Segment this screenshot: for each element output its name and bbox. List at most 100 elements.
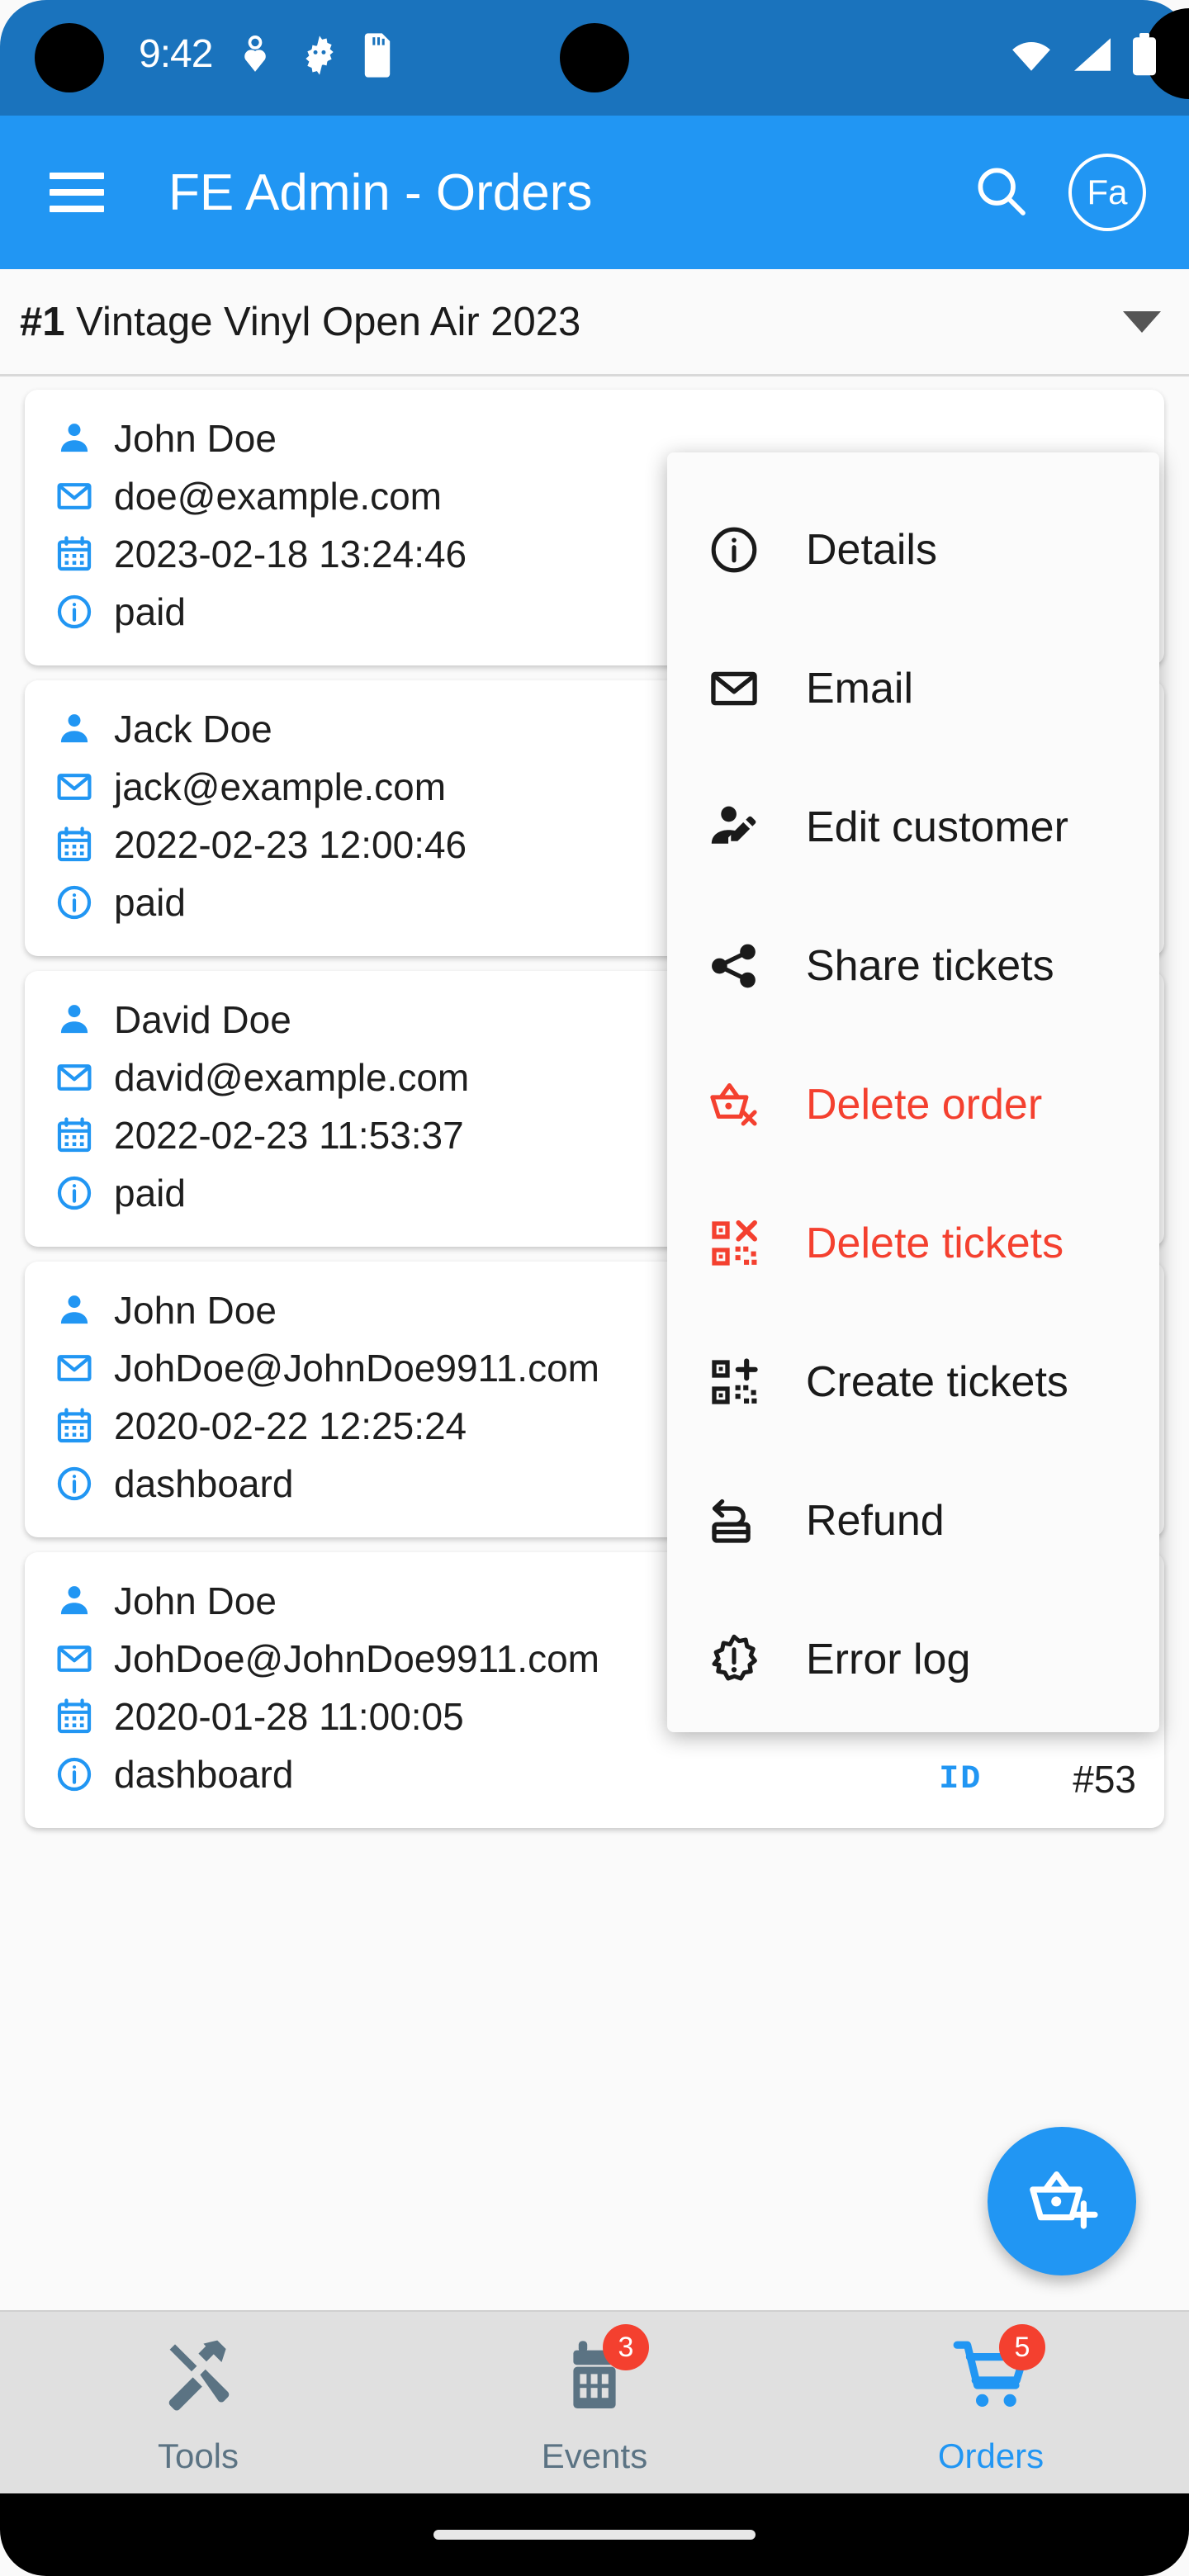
event-selector-label: #1 Vintage Vinyl Open Air 2023 (20, 299, 580, 345)
menu-item-refund[interactable]: Refund (667, 1451, 1159, 1590)
nav-item-events[interactable]: 3 Events (396, 2312, 793, 2493)
order-id-line: ID #53 (939, 1757, 1136, 1802)
order-customer-name: John Doe (114, 1579, 277, 1623)
cellular-signal-icon (1072, 36, 1113, 77)
menu-item-label: Email (806, 664, 913, 713)
qr-code-remove-icon (705, 1215, 763, 1272)
search-icon[interactable] (971, 161, 1030, 225)
menu-item-details[interactable]: Details (667, 481, 1159, 619)
order-status-row: dashboard (53, 1745, 781, 1803)
order-context-menu: Details Email Edit customer Share ticket… (667, 452, 1159, 1732)
order-id-value: #53 (1073, 1757, 1136, 1802)
envelope-icon (705, 660, 763, 717)
menu-item-label: Share tickets (806, 941, 1054, 991)
order-email: JohDoe@JohnDoe9911.com (114, 1636, 599, 1681)
nav-item-orders[interactable]: 5 Orders (793, 2312, 1189, 2493)
order-status: paid (114, 880, 186, 925)
menu-item-label: Details (806, 525, 937, 575)
info-circle-icon (53, 1462, 96, 1505)
app-bar-actions: Fa (971, 154, 1146, 231)
status-bar: 9:42 (0, 0, 1189, 116)
order-date: 2020-02-22 12:25:24 (114, 1404, 467, 1448)
qr-code-add-icon (705, 1353, 763, 1411)
calendar-icon (53, 1695, 96, 1738)
menu-item-delete-order[interactable]: Delete order (667, 1035, 1159, 1174)
nav-item-label: Events (542, 2436, 647, 2476)
avatar-initials: Fa (1087, 173, 1127, 212)
avatar[interactable]: Fa (1068, 154, 1146, 231)
order-date: 2023-02-18 13:24:46 (114, 532, 467, 576)
menu-item-delete-tickets[interactable]: Delete tickets (667, 1174, 1159, 1313)
add-order-fab[interactable] (988, 2127, 1136, 2275)
event-selector[interactable]: #1 Vintage Vinyl Open Air 2023 (0, 269, 1189, 376)
order-status: paid (114, 1171, 186, 1215)
calendar-icon (53, 1114, 96, 1157)
info-circle-icon (705, 521, 763, 579)
nav-item-tools[interactable]: Tools (0, 2312, 396, 2493)
chevron-down-icon[interactable] (1123, 311, 1161, 333)
person-icon (53, 1289, 96, 1332)
menu-item-email[interactable]: Email (667, 619, 1159, 758)
event-number: #1 (20, 300, 65, 344)
menu-item-label: Error log (806, 1635, 970, 1684)
status-bar-clock: 9:42 (139, 31, 212, 77)
shopping-cart-icon: 5 (941, 2329, 1040, 2422)
gesture-navigation-bar (0, 2493, 1189, 2576)
envelope-icon (53, 765, 96, 808)
info-circle-icon (53, 590, 96, 633)
menu-item-label: Refund (806, 1496, 945, 1546)
order-status: paid (114, 590, 186, 634)
person-edit-icon (705, 798, 763, 856)
camera-punch-hole-left (35, 23, 104, 92)
gesture-pill[interactable] (433, 2530, 756, 2540)
info-circle-icon (53, 1172, 96, 1215)
order-customer-name: John Doe (114, 416, 277, 461)
gear-icon (297, 33, 342, 82)
menu-item-edit-customer[interactable]: Edit customer (667, 758, 1159, 897)
add-to-basket-icon (1022, 2160, 1101, 2243)
nav-badge: 5 (999, 2324, 1045, 2370)
calendar-icon (53, 1404, 96, 1447)
basket-remove-icon (705, 1076, 763, 1134)
calendar-icon (53, 823, 96, 866)
menu-item-label: Delete tickets (806, 1219, 1063, 1268)
card-refund-icon (705, 1492, 763, 1550)
order-customer-name: Jack Doe (114, 707, 272, 751)
nav-item-label: Orders (938, 2436, 1044, 2476)
order-date: 2022-02-23 12:00:46 (114, 822, 467, 867)
event-name: Vintage Vinyl Open Air 2023 (76, 300, 580, 344)
battery-icon (1131, 33, 1158, 80)
menu-item-label: Edit customer (806, 803, 1068, 852)
order-email: david@example.com (114, 1055, 469, 1100)
envelope-icon (53, 475, 96, 518)
nav-badge: 3 (603, 2324, 649, 2370)
menu-item-error-log[interactable]: Error log (667, 1590, 1159, 1729)
error-badge-icon (705, 1631, 763, 1688)
order-status: dashboard (114, 1752, 293, 1797)
menu-item-label: Delete order (806, 1080, 1042, 1129)
envelope-icon (53, 1637, 96, 1680)
nav-item-label: Tools (158, 2436, 239, 2476)
envelope-icon (53, 1347, 96, 1390)
bottom-navigation: Tools 3 Events 5 Orders (0, 2310, 1189, 2493)
menu-item-create-tickets[interactable]: Create tickets (667, 1313, 1159, 1451)
camera-punch-hole-center (560, 23, 629, 92)
order-customer-name: David Doe (114, 997, 291, 1042)
order-date: 2022-02-23 11:53:37 (114, 1113, 464, 1158)
info-circle-icon (53, 1753, 96, 1796)
sd-card-icon (362, 33, 393, 82)
heart-rate-icon (241, 35, 269, 80)
phone-screen: 9:42 (0, 0, 1189, 2576)
order-id-tag: ID (939, 1761, 982, 1798)
page-title: FE Admin - Orders (168, 163, 592, 222)
menu-item-share-tickets[interactable]: Share tickets (667, 897, 1159, 1035)
envelope-icon (53, 1056, 96, 1099)
info-circle-icon (53, 881, 96, 924)
calendar-icon (53, 533, 96, 575)
person-icon (53, 708, 96, 751)
order-email: JohDoe@JohnDoe9911.com (114, 1346, 599, 1390)
person-icon (53, 998, 96, 1041)
order-email: jack@example.com (114, 765, 446, 809)
order-customer-name: John Doe (114, 1288, 277, 1333)
hamburger-menu-icon[interactable] (50, 173, 104, 212)
